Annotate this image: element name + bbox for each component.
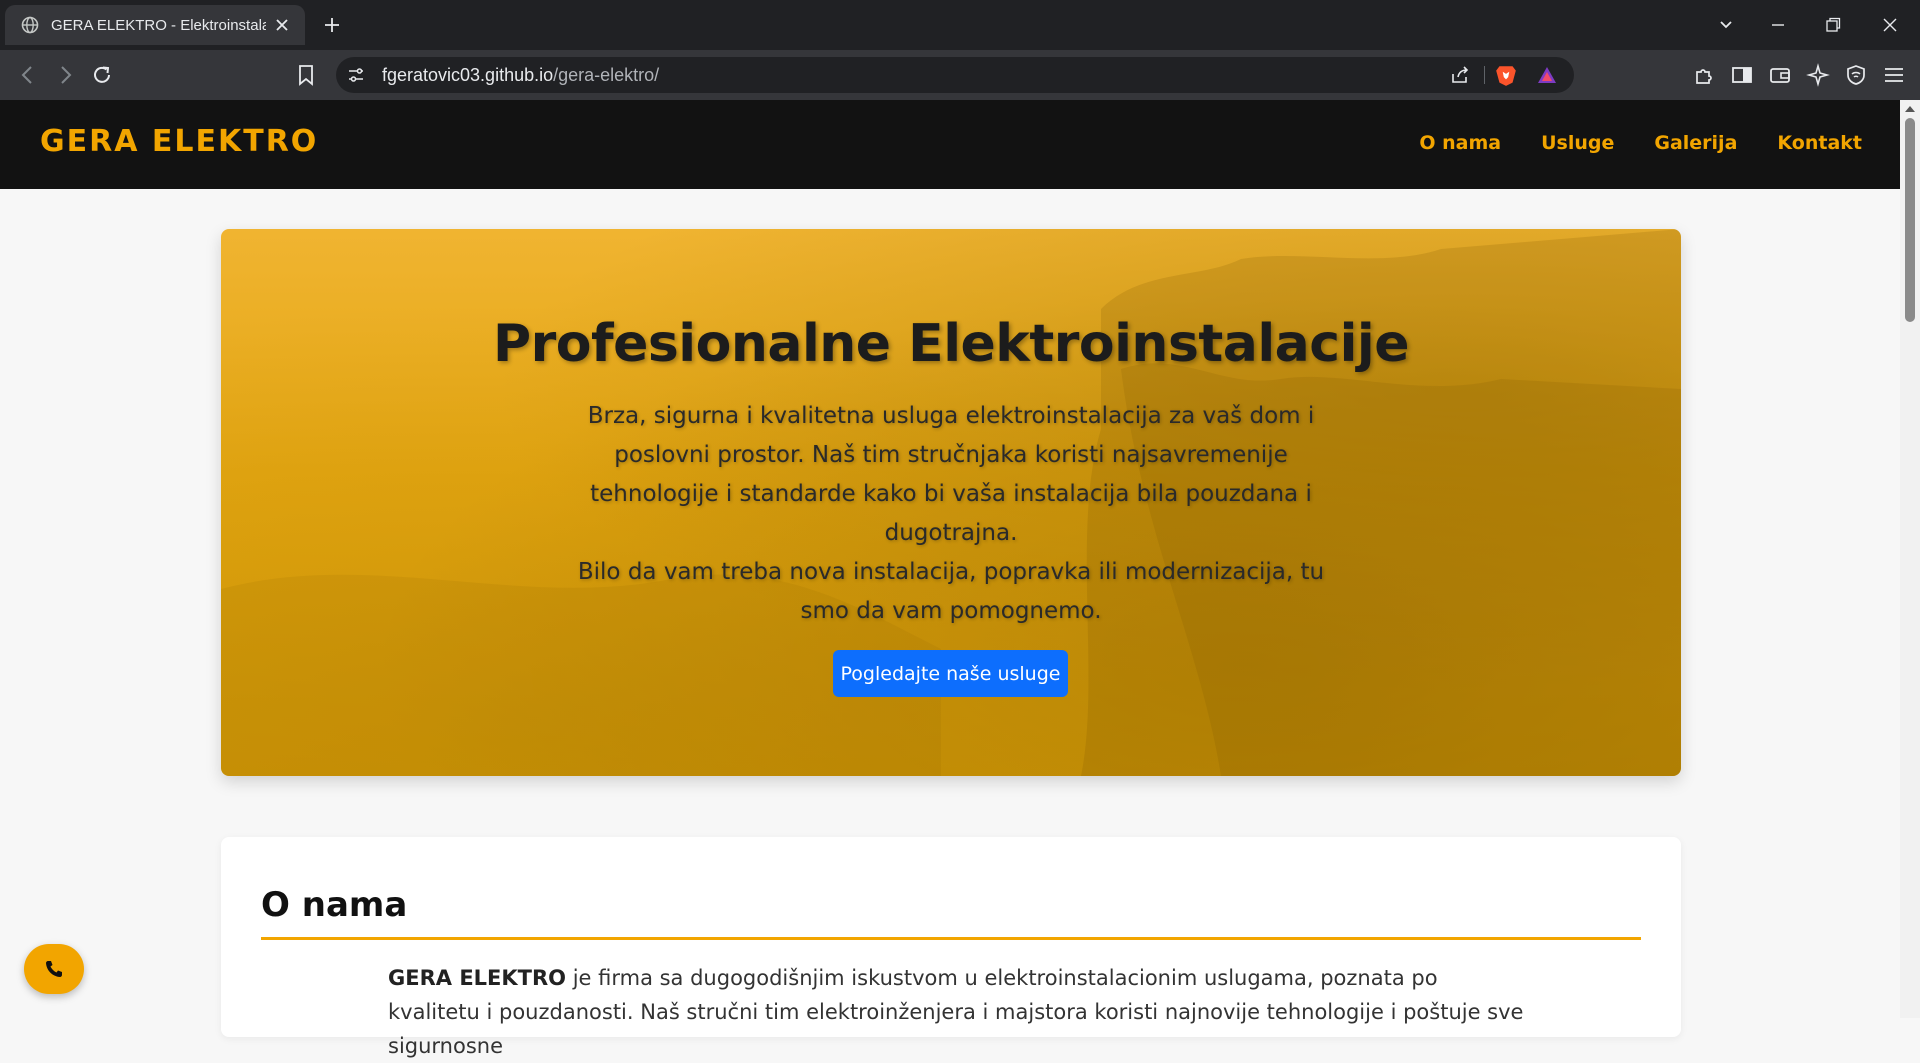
url-path: /gera-elektro/ bbox=[553, 65, 660, 85]
separator bbox=[1484, 66, 1485, 84]
about-section: O nama GERA ELEKTRO je firma sa dugogodi… bbox=[221, 837, 1681, 1058]
title-underline bbox=[261, 937, 1641, 940]
hero-title: Profesionalne Elektroinstalacije bbox=[492, 314, 1410, 374]
forward-icon[interactable] bbox=[53, 63, 77, 87]
browser-toolbar: fgeratovic03.github.io/gera-elektro/ bbox=[0, 50, 1920, 100]
view-services-button[interactable]: Pogledajte naše usluge bbox=[833, 650, 1068, 697]
extensions-icon[interactable] bbox=[1692, 63, 1716, 87]
bookmark-icon[interactable] bbox=[294, 63, 318, 87]
restore-icon[interactable] bbox=[1823, 15, 1843, 35]
leo-icon[interactable] bbox=[1806, 63, 1830, 87]
address-bar[interactable]: fgeratovic03.github.io/gera-elektro/ bbox=[336, 57, 1574, 93]
menu-icon[interactable] bbox=[1882, 63, 1906, 87]
browser-titlebar: GERA ELEKTRO - Elektroinstalacije bbox=[0, 0, 1920, 50]
wallet-icon[interactable] bbox=[1768, 63, 1792, 87]
call-button[interactable] bbox=[24, 944, 84, 994]
company-name: GERA ELEKTRO bbox=[388, 966, 567, 990]
brand-logo[interactable]: GERA ELEKTRO bbox=[40, 124, 318, 159]
page-scrollbar[interactable] bbox=[1900, 100, 1920, 1018]
site-settings-icon[interactable] bbox=[346, 65, 366, 85]
nav-link-galerija[interactable]: Galerija bbox=[1654, 132, 1737, 154]
scroll-up-arrow[interactable] bbox=[1905, 106, 1915, 112]
url-host: fgeratovic03.github.io bbox=[382, 65, 554, 85]
nav-link-usluge[interactable]: Usluge bbox=[1541, 132, 1614, 154]
nav-links: O nama Usluge Galerija Kontakt bbox=[1419, 132, 1862, 154]
scroll-thumb[interactable] bbox=[1905, 118, 1915, 322]
share-icon[interactable] bbox=[1449, 64, 1471, 86]
phone-icon bbox=[46, 961, 62, 977]
window-close-icon[interactable] bbox=[1880, 15, 1900, 35]
minimize-icon[interactable] bbox=[1768, 15, 1788, 35]
tab-title: GERA ELEKTRO - Elektroinstalacije bbox=[51, 16, 266, 34]
plus-icon[interactable] bbox=[322, 15, 342, 35]
url-text[interactable]: fgeratovic03.github.io/gera-elektro/ bbox=[382, 65, 659, 86]
back-icon[interactable] bbox=[16, 63, 40, 87]
reload-icon[interactable] bbox=[90, 63, 114, 87]
globe-icon bbox=[21, 16, 39, 34]
section-title: O nama bbox=[261, 885, 408, 925]
close-icon[interactable] bbox=[274, 17, 290, 33]
nav-link-o-nama[interactable]: O nama bbox=[1419, 132, 1501, 154]
browser-tab[interactable]: GERA ELEKTRO - Elektroinstalacije bbox=[5, 5, 305, 45]
site-navbar: GERA ELEKTRO O nama Usluge Galerija Kont… bbox=[0, 100, 1900, 189]
rewards-icon[interactable] bbox=[1536, 64, 1558, 86]
hero-paragraph-2: Bilo da vam treba nova instalacija, popr… bbox=[577, 559, 1325, 624]
brave-icon[interactable] bbox=[1494, 63, 1518, 87]
nav-link-kontakt[interactable]: Kontakt bbox=[1777, 132, 1862, 154]
chevron-down-icon[interactable] bbox=[1716, 15, 1736, 35]
hero-section: Profesionalne Elektroinstalacije Brza, s… bbox=[221, 229, 1681, 776]
vpn-icon[interactable] bbox=[1844, 63, 1868, 87]
about-text: GERA ELEKTRO je firma sa dugogodišnjim i… bbox=[388, 961, 1528, 1063]
hero-description: Brza, sigurna i kvalitetna usluga elektr… bbox=[561, 397, 1341, 631]
hero-paragraph-1: Brza, sigurna i kvalitetna usluga elektr… bbox=[587, 403, 1315, 546]
sidebar-icon[interactable] bbox=[1730, 63, 1754, 87]
